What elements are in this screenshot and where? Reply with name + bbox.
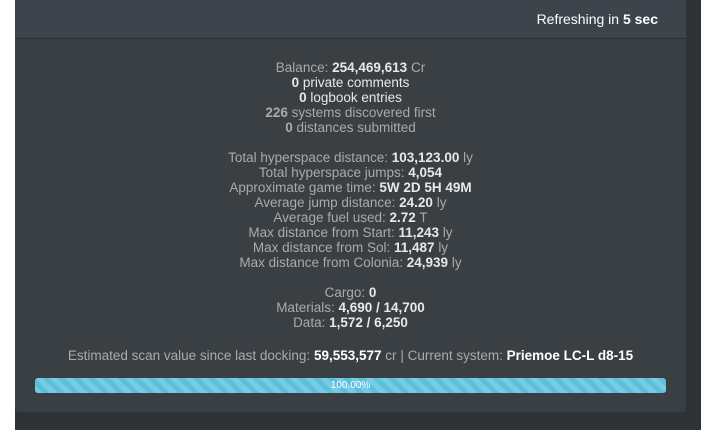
data-label: Data:: [293, 315, 326, 330]
materials-line: Materials: 4,690 / 14,700: [15, 300, 686, 315]
page-frame: Refreshing in 5 sec Balance: 254,469,613…: [15, 0, 701, 430]
refresh-label: Refreshing in: [536, 11, 620, 27]
refresh-countdown: Refreshing in 5 sec: [537, 11, 658, 27]
max-colonia-unit: ly: [451, 255, 462, 270]
scan-label: Estimated scan value since last docking:: [67, 348, 311, 363]
progress-bar-fill: 100.00%: [35, 378, 666, 393]
max-start-value: 11,243: [398, 225, 440, 240]
current-system-label: Current system:: [407, 348, 503, 363]
hyperspace-distance-unit: ly: [463, 150, 473, 165]
progress-bar: 100.00%: [35, 378, 666, 393]
scan-separator: |: [400, 348, 404, 363]
logbook-label: logbook entries: [310, 90, 402, 105]
materials-value: 4,690 / 14,700: [338, 300, 425, 315]
scan-unit: cr: [385, 348, 397, 363]
max-sol-label: Max distance from Sol:: [252, 240, 391, 255]
panel-header: Refreshing in 5 sec: [15, 0, 686, 39]
stats-body: Balance: 254,469,613 Cr 0 private commen…: [15, 60, 686, 330]
game-time-line: Approximate game time: 5W 2D 5H 49M: [15, 180, 686, 195]
data-value: 1,572 / 6,250: [329, 315, 408, 330]
avg-jump-label: Average jump distance:: [254, 195, 396, 210]
scan-value: 59,553,577: [313, 348, 382, 363]
current-system-value: Priemoe LC-L d8-15: [506, 348, 634, 363]
max-colonia-value: 24,939: [406, 255, 449, 270]
private-comments-value: 0: [291, 75, 300, 90]
max-sol-value: 11,487: [394, 240, 435, 255]
max-sol-unit: ly: [438, 240, 449, 255]
private-comments-label: private comments: [302, 75, 410, 90]
refresh-value: 5 sec: [622, 11, 658, 27]
hyperspace-distance-value: 103,123.00: [391, 150, 460, 165]
hyperspace-jumps-line: Total hyperspace jumps: 4,054: [15, 165, 686, 180]
max-colonia-line: Max distance from Colonia: 24,939 ly: [15, 255, 686, 270]
materials-label: Materials:: [276, 300, 335, 315]
max-start-label: Max distance from Start:: [248, 225, 395, 240]
balance-label: Balance:: [275, 60, 329, 75]
hyperspace-distance-label: Total hyperspace distance:: [228, 150, 388, 165]
balance-unit: Cr: [410, 60, 426, 75]
avg-fuel-line: Average fuel used: 2.72 T: [15, 210, 686, 225]
scan-value-line: Estimated scan value since last docking:…: [15, 348, 686, 363]
private-comments-line: 0 private comments: [15, 75, 686, 90]
max-sol-line: Max distance from Sol: 11,487 ly: [15, 240, 686, 255]
logbook-line: 0 logbook entries: [15, 90, 686, 105]
distances-line: 0 distances submitted: [15, 120, 686, 135]
balance-line: Balance: 254,469,613 Cr: [15, 60, 686, 75]
discovered-label: systems discovered first: [291, 105, 436, 120]
game-time-value: 5W 2D 5H 49M: [379, 180, 472, 195]
avg-jump-line: Average jump distance: 24.20 ly: [15, 195, 686, 210]
cargo-value: 0: [368, 285, 377, 300]
balance-value: 254,469,613: [332, 60, 408, 75]
hyperspace-distance-line: Total hyperspace distance: 103,123.00 ly: [15, 150, 686, 165]
distances-label: distances submitted: [296, 120, 416, 135]
avg-fuel-unit: T: [419, 210, 428, 225]
avg-fuel-value: 2.72: [389, 210, 416, 225]
hyperspace-jumps-label: Total hyperspace jumps:: [258, 165, 405, 180]
data-line: Data: 1,572 / 6,250: [15, 315, 686, 330]
cargo-label: Cargo:: [324, 285, 366, 300]
discovered-value: 226: [265, 105, 288, 120]
discovered-line: 226 systems discovered first: [15, 105, 686, 120]
game-time-label: Approximate game time:: [229, 180, 376, 195]
avg-jump-unit: ly: [436, 195, 447, 210]
max-start-line: Max distance from Start: 11,243 ly: [15, 225, 686, 240]
max-colonia-label: Max distance from Colonia:: [239, 255, 403, 270]
distances-value: 0: [285, 120, 293, 135]
commander-stats-panel: Refreshing in 5 sec Balance: 254,469,613…: [15, 0, 686, 412]
hyperspace-jumps-value: 4,054: [408, 165, 443, 180]
logbook-value: 0: [299, 90, 307, 105]
cargo-line: Cargo: 0: [15, 285, 686, 300]
avg-jump-value: 24.20: [399, 195, 433, 210]
max-start-unit: ly: [442, 225, 453, 240]
avg-fuel-label: Average fuel used:: [273, 210, 386, 225]
